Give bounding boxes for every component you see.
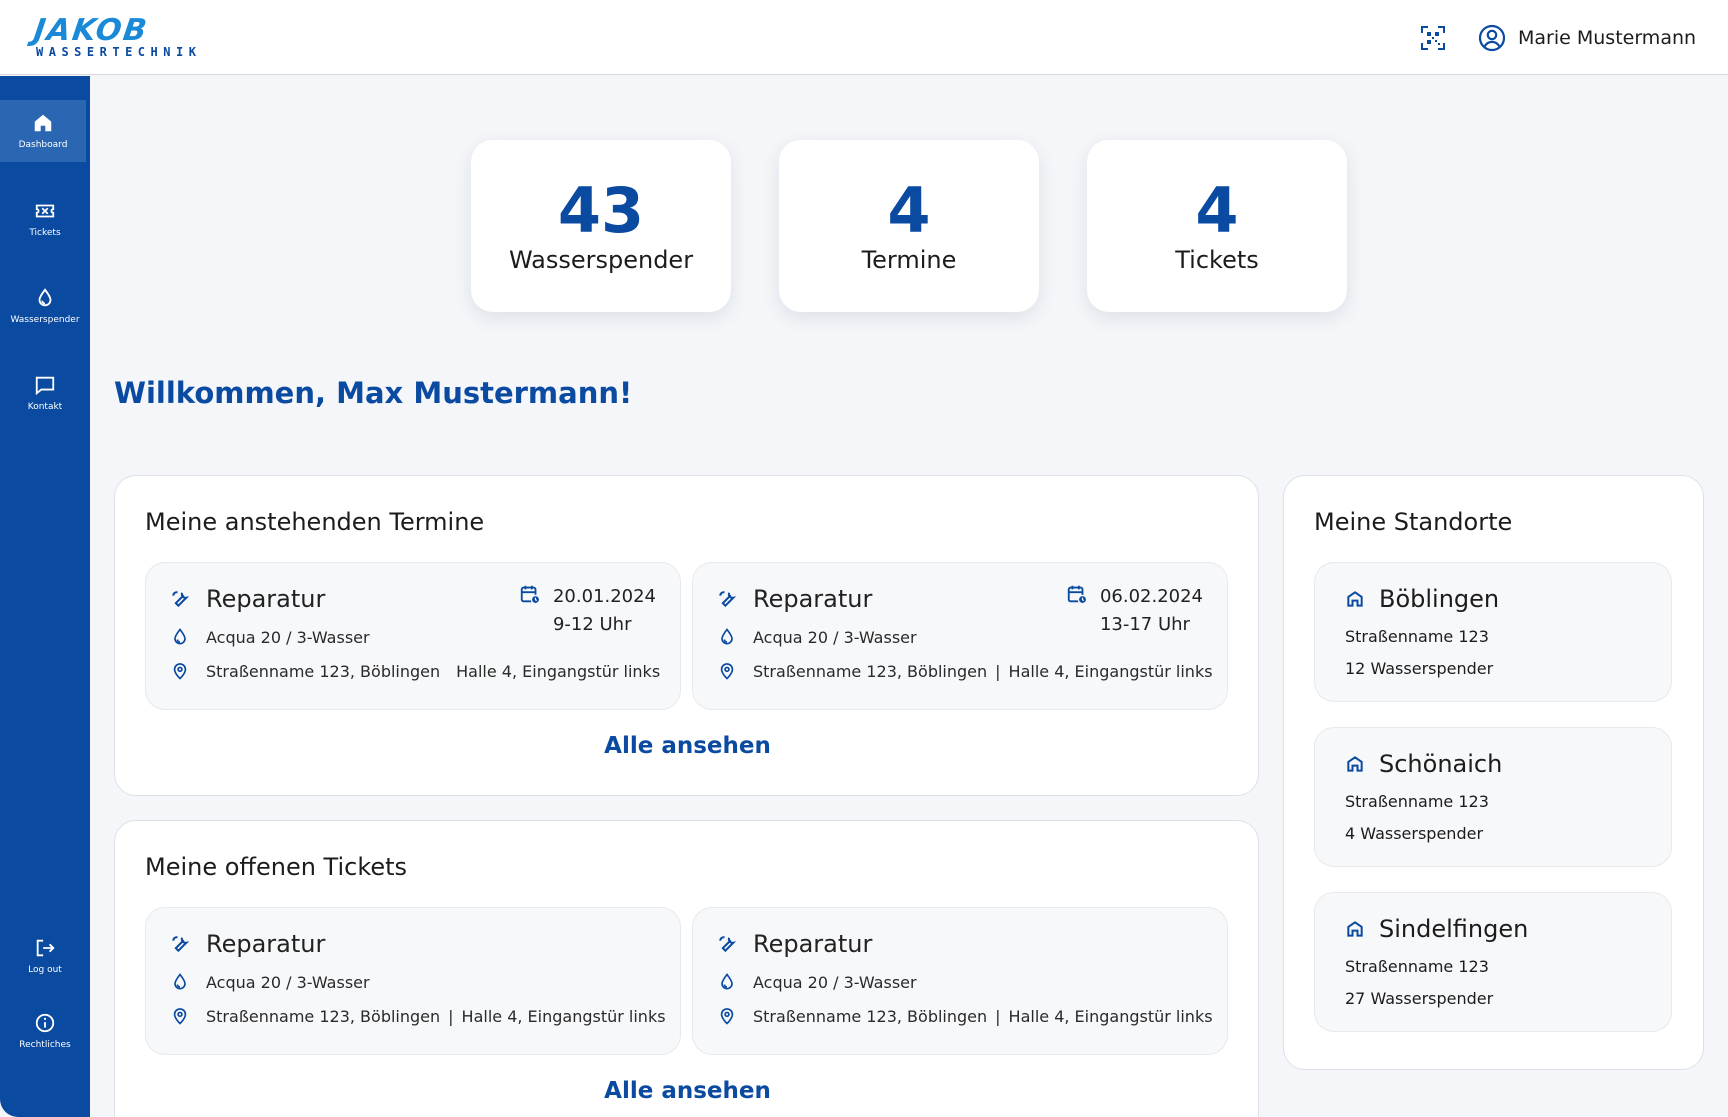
appointment-address: Straßenname 123, Böblingen Halle 4, Eing… bbox=[170, 661, 660, 681]
calendar-clock-icon bbox=[1067, 585, 1088, 605]
location-pin-icon bbox=[173, 663, 187, 680]
wrench-icon bbox=[172, 936, 190, 953]
home-outline-icon bbox=[1347, 921, 1363, 937]
view-all-tickets-link[interactable]: Alle ansehen bbox=[115, 1078, 1260, 1104]
appointment-date: 06.02.2024 13-17 Uhr bbox=[1066, 583, 1203, 639]
sidebar-item-logout[interactable]: Log out bbox=[0, 925, 90, 987]
home-outline-icon bbox=[1347, 591, 1363, 607]
appointment-date-value: 06.02.2024 bbox=[1099, 586, 1203, 607]
water-drop-icon bbox=[721, 628, 733, 645]
location-name: Böblingen bbox=[1345, 585, 1499, 613]
ticket-type: Reparatur bbox=[717, 930, 872, 958]
location-pin-icon bbox=[173, 1008, 187, 1025]
location-name: Schönaich bbox=[1345, 750, 1502, 778]
jakob-logo[interactable]: JAKOB WASSERTECHNIK bbox=[31, 13, 196, 59]
appointment-card[interactable]: Reparatur Acqua 20 / 3-Wasser Straßennam… bbox=[145, 562, 681, 710]
sidebar-item-kontakt[interactable]: Kontakt bbox=[0, 362, 90, 424]
ticket-card[interactable]: Reparatur Acqua 20 / 3-Wasser Straßennam… bbox=[145, 907, 681, 1055]
appointment-date-value: 20.01.2024 bbox=[552, 586, 656, 607]
location-street: Straßenname 123 bbox=[1345, 957, 1489, 976]
calendar-clock-icon bbox=[520, 585, 541, 605]
location-street: Straßenname 123 bbox=[1345, 627, 1489, 646]
home-icon bbox=[34, 114, 52, 132]
wrench-icon bbox=[719, 591, 737, 608]
locations-panel: Meine Standorte Böblingen Straßenname 12… bbox=[1283, 475, 1704, 1070]
sidebar-item-label: Kontakt bbox=[27, 402, 63, 412]
logo-tagline: WASSERTECHNIK bbox=[36, 45, 202, 59]
welcome-heading: Willkommen, Max Mustermann! bbox=[114, 376, 633, 410]
appointment-type: Reparatur bbox=[717, 585, 872, 613]
appointment-address: Straßenname 123, Böblingen | Halle 4, Ei… bbox=[717, 661, 1213, 681]
location-card[interactable]: Sindelfingen Straßenname 123 27 Wassersp… bbox=[1314, 892, 1672, 1032]
ticket-icon bbox=[35, 204, 55, 218]
stat-value: 43 bbox=[557, 174, 645, 247]
sidebar-item-label: Rechtliches bbox=[19, 1040, 71, 1050]
stat-label: Wasserspender bbox=[508, 246, 694, 274]
ticket-address: Straßenname 123, Böblingen | Halle 4, Ei… bbox=[717, 1006, 1213, 1026]
location-name: Sindelfingen bbox=[1345, 915, 1528, 943]
ticket-product: Acqua 20 / 3-Wasser bbox=[170, 972, 370, 992]
location-dispenser-count: 4 Wasserspender bbox=[1345, 824, 1484, 843]
sidebar-item-label: Dashboard bbox=[18, 140, 68, 150]
ticket-product: Acqua 20 / 3-Wasser bbox=[717, 972, 917, 992]
sidebar-item-dashboard[interactable]: Dashboard bbox=[0, 100, 86, 162]
home-outline-icon bbox=[1347, 756, 1363, 772]
ticket-address: Straßenname 123, Böblingen | Halle 4, Ei… bbox=[170, 1006, 666, 1026]
sidebar-item-rechtliches[interactable]: Rechtliches bbox=[0, 1000, 90, 1062]
logout-icon bbox=[36, 939, 55, 957]
info-icon bbox=[35, 1013, 55, 1033]
ticket-card[interactable]: Reparatur Acqua 20 / 3-Wasser Straßennam… bbox=[692, 907, 1228, 1055]
water-drop-icon bbox=[174, 628, 186, 645]
appointment-time-value: 9-12 Uhr bbox=[552, 614, 632, 635]
appointment-type: Reparatur bbox=[170, 585, 325, 613]
user-circle-icon bbox=[1478, 24, 1506, 52]
view-all-appointments-link[interactable]: Alle ansehen bbox=[115, 733, 1260, 759]
water-drop-icon bbox=[721, 973, 733, 990]
stat-value: 4 bbox=[887, 174, 931, 247]
sidebar: Dashboard Tickets Wasserspender Kontakt … bbox=[0, 76, 90, 1117]
logo-wordmark: JAKOB bbox=[31, 13, 151, 48]
wrench-icon bbox=[719, 936, 737, 953]
location-dispenser-count: 27 Wasserspender bbox=[1345, 989, 1494, 1008]
location-dispenser-count: 12 Wasserspender bbox=[1345, 659, 1494, 678]
tickets-panel: Meine offenen Tickets Reparatur Acqua 20… bbox=[114, 820, 1259, 1117]
appointment-product: Acqua 20 / 3-Wasser bbox=[717, 627, 917, 647]
top-header: JAKOB WASSERTECHNIK Marie Mustermann bbox=[0, 0, 1728, 75]
stat-card-tickets[interactable]: 4 Tickets bbox=[1087, 140, 1347, 312]
location-pin-icon bbox=[720, 663, 734, 680]
location-card[interactable]: Böblingen Straßenname 123 12 Wasserspend… bbox=[1314, 562, 1672, 702]
location-pin-icon bbox=[720, 1008, 734, 1025]
appointments-panel: Meine anstehenden Termine Reparatur Acqu… bbox=[114, 475, 1259, 796]
stat-card-wasserspender[interactable]: 43 Wasserspender bbox=[471, 140, 731, 312]
sidebar-item-wasserspender[interactable]: Wasserspender bbox=[0, 275, 90, 337]
wrench-icon bbox=[172, 591, 190, 608]
ticket-type: Reparatur bbox=[170, 930, 325, 958]
stat-value: 4 bbox=[1195, 174, 1239, 247]
stat-card-termine[interactable]: 4 Termine bbox=[779, 140, 1039, 312]
panel-title: Meine anstehenden Termine bbox=[145, 508, 485, 536]
panel-title: Meine offenen Tickets bbox=[145, 853, 408, 881]
appointment-time-value: 13-17 Uhr bbox=[1099, 614, 1190, 635]
stat-label: Tickets bbox=[1175, 246, 1259, 274]
location-street: Straßenname 123 bbox=[1345, 792, 1489, 811]
appointment-product: Acqua 20 / 3-Wasser bbox=[170, 627, 370, 647]
user-menu[interactable]: Marie Mustermann bbox=[1478, 22, 1696, 54]
sidebar-item-label: Wasserspender bbox=[10, 315, 80, 325]
sidebar-item-label: Log out bbox=[28, 965, 62, 975]
water-drop-icon bbox=[174, 973, 186, 990]
appointment-card[interactable]: Reparatur Acqua 20 / 3-Wasser Straßennam… bbox=[692, 562, 1228, 710]
appointment-date: 20.01.2024 9-12 Uhr bbox=[519, 583, 656, 639]
stat-label: Termine bbox=[861, 246, 957, 274]
panel-title: Meine Standorte bbox=[1314, 508, 1513, 536]
chat-icon bbox=[35, 376, 55, 396]
sidebar-item-label: Tickets bbox=[29, 228, 61, 238]
sidebar-item-tickets[interactable]: Tickets bbox=[0, 188, 90, 250]
location-card[interactable]: Schönaich Straßenname 123 4 Wasserspende… bbox=[1314, 727, 1672, 867]
user-name: Marie Mustermann bbox=[1518, 27, 1697, 49]
qr-code-icon[interactable] bbox=[1419, 24, 1447, 52]
water-drop-icon bbox=[38, 288, 52, 307]
